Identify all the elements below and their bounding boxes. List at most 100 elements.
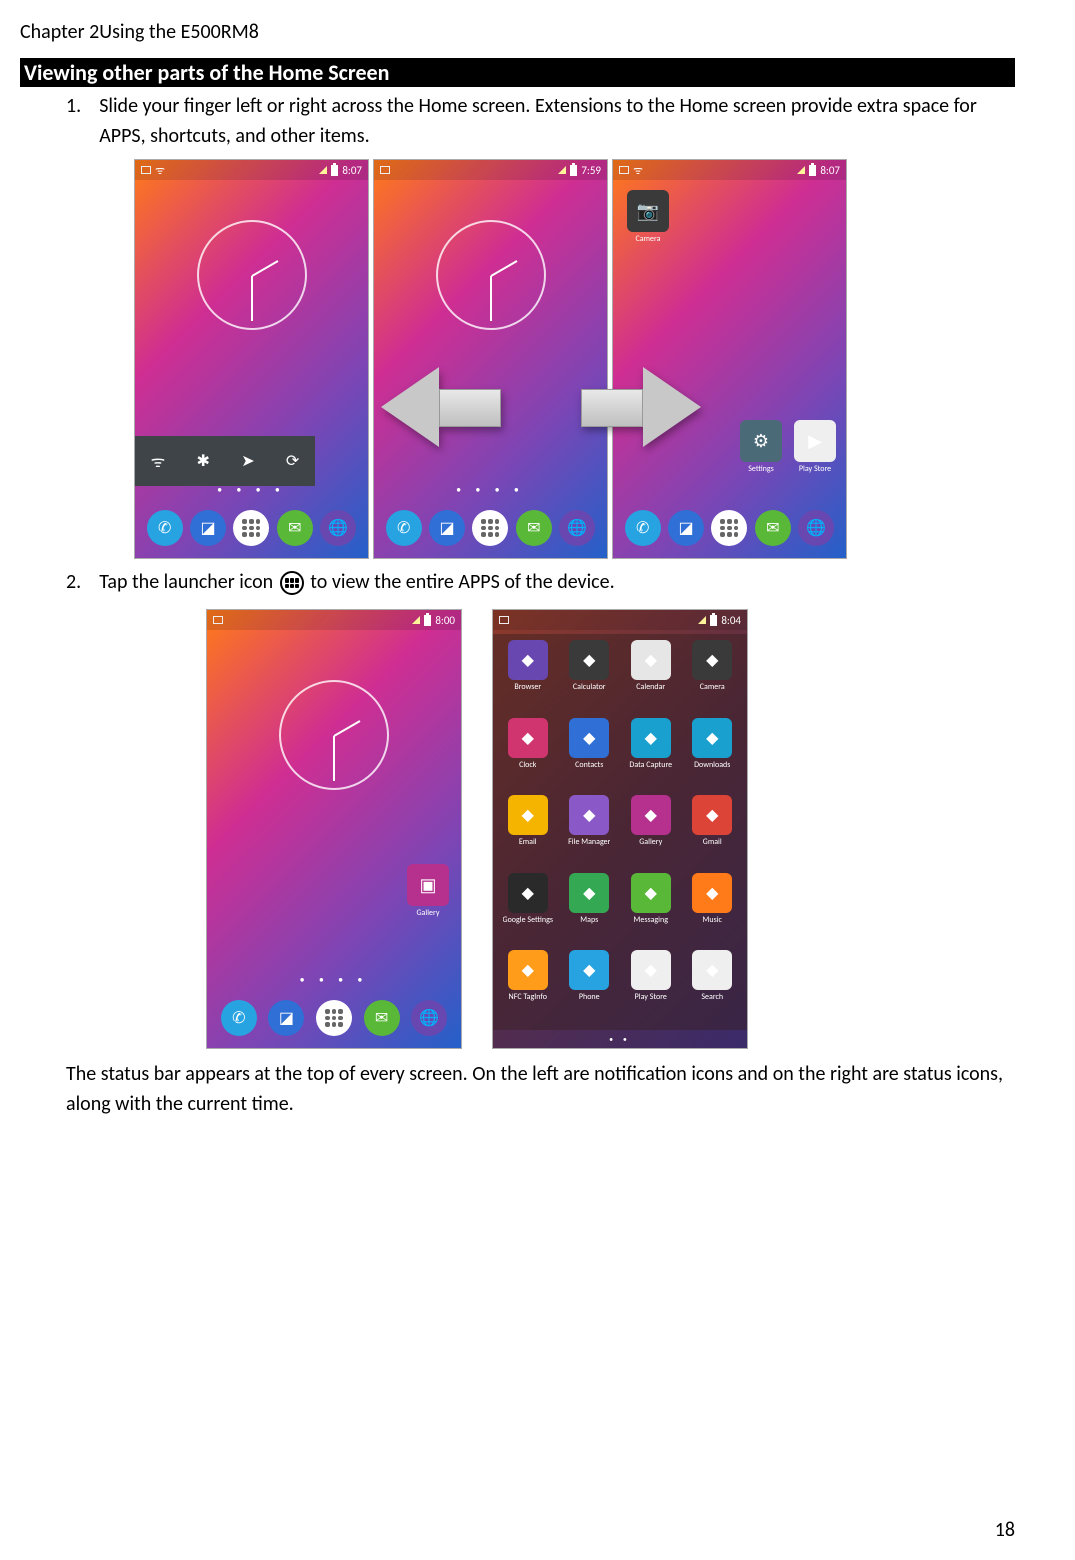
app-playstore[interactable]: ▶ Play Store	[792, 420, 838, 474]
signal-icon	[558, 166, 566, 174]
status-time: 8:04	[721, 614, 741, 627]
dock-contacts-icon[interactable]: ◪	[429, 510, 465, 546]
location-toggle-icon[interactable]: ➤	[241, 451, 254, 471]
battery-icon	[331, 165, 338, 176]
app-camera[interactable]: 📷 Camera	[625, 190, 671, 244]
app-google-settings[interactable]: ◆Google Settings	[499, 873, 557, 947]
dock-phone-icon[interactable]: ✆	[625, 510, 661, 546]
status-bar: 7:59	[374, 160, 607, 180]
home-with-gallery: 8:00 ▣ Gallery • • • • ✆ ◪ ✉ 🌐	[206, 609, 462, 1049]
home-screen-center: 7:59 • • • • ✆ ◪ ✉ 🌐	[373, 159, 608, 559]
steps-list: 1. Slide your finger left or right acros…	[66, 91, 1015, 151]
app-file-manager[interactable]: ◆File Manager	[561, 795, 619, 869]
page-indicator: • • • •	[374, 483, 607, 496]
dock: ✆ ◪ ✉ 🌐	[135, 504, 368, 552]
clock-widget[interactable]	[279, 680, 389, 790]
all-apps-grid[interactable]: ◆Browser◆Calculator◆Calendar◆Camera ◆Cloc…	[493, 634, 747, 1030]
notification-icon	[380, 166, 390, 174]
app-label: Gallery	[639, 837, 662, 847]
app-clock[interactable]: ◆Clock	[499, 718, 557, 792]
app-label: Calendar	[636, 682, 665, 692]
app-label: Messaging	[634, 915, 668, 925]
dock-phone-icon[interactable]: ✆	[147, 510, 183, 546]
dock-contacts-icon[interactable]: ◪	[190, 510, 226, 546]
status-time: 7:59	[581, 164, 601, 177]
dock-messaging-icon[interactable]: ✉	[364, 1000, 400, 1036]
app-label: Google Settings	[503, 915, 553, 925]
app-gallery[interactable]: ◆Gallery	[622, 795, 680, 869]
dock-browser-icon[interactable]: 🌐	[320, 510, 356, 546]
app-calculator[interactable]: ◆Calculator	[561, 640, 619, 714]
app-label: Gmail	[703, 837, 722, 847]
app-label: Browser	[514, 682, 541, 692]
step-1: 1. Slide your finger left or right acros…	[66, 91, 1015, 151]
app-settings[interactable]: ⚙ Settings	[738, 420, 784, 474]
app-phone[interactable]: ◆Phone	[561, 950, 619, 1024]
status-bar: 8:04	[493, 610, 747, 630]
app-music[interactable]: ◆Music	[684, 873, 742, 947]
app-gmail[interactable]: ◆Gmail	[684, 795, 742, 869]
dock-contacts-icon[interactable]: ◪	[668, 510, 704, 546]
battery-icon	[809, 165, 816, 176]
app-label: Gallery	[417, 908, 440, 918]
app-camera[interactable]: ◆Camera	[684, 640, 742, 714]
app-search[interactable]: ◆Search	[684, 950, 742, 1024]
launcher-icon	[280, 571, 304, 595]
app-gallery[interactable]: ▣ Gallery	[405, 864, 451, 918]
page-indicator: • • • •	[207, 973, 461, 986]
dock-phone-icon[interactable]: ✆	[221, 1000, 257, 1036]
chapter-header: Chapter 2Using the E500RM8	[20, 20, 1015, 44]
dock-launcher-icon[interactable]	[472, 510, 508, 546]
content-block: 1. Slide your finger left or right acros…	[20, 91, 1015, 1049]
sync-toggle-icon[interactable]: ⟳	[286, 451, 299, 471]
app-browser[interactable]: ◆Browser	[499, 640, 557, 714]
dock-phone-icon[interactable]: ✆	[386, 510, 422, 546]
dock: ✆ ◪ ✉ 🌐	[613, 504, 846, 552]
step-1-number: 1.	[66, 91, 81, 151]
battery-icon	[710, 615, 717, 626]
dock-browser-icon[interactable]: 🌐	[798, 510, 834, 546]
app-play-store[interactable]: ◆Play Store	[622, 950, 680, 1024]
home-screen-left: ᯤ 8:07 ᯤ ✱ ➤ ⟳ • • • • ✆ ◪ ✉ 🌐	[134, 159, 369, 559]
app-downloads[interactable]: ◆Downloads	[684, 718, 742, 792]
dock-launcher-icon[interactable]	[233, 510, 269, 546]
status-bar: ᯤ 8:07	[613, 160, 846, 180]
notification-icon	[213, 616, 223, 624]
wifi-icon: ᯤ	[155, 163, 165, 178]
quick-settings-tray[interactable]: ᯤ ✱ ➤ ⟳	[135, 436, 315, 486]
dock: ✆ ◪ ✉ 🌐	[207, 994, 461, 1042]
dock-messaging-icon[interactable]: ✉	[277, 510, 313, 546]
dock-launcher-icon[interactable]	[711, 510, 747, 546]
bluetooth-toggle-icon[interactable]: ✱	[197, 451, 210, 471]
app-messaging[interactable]: ◆Messaging	[622, 873, 680, 947]
section-title: Viewing other parts of the Home Screen	[20, 58, 1015, 87]
app-label: Data Capture	[629, 760, 672, 770]
figure-1: ᯤ 8:07 ᯤ ✱ ➤ ⟳ • • • • ✆ ◪ ✉ 🌐	[66, 159, 1015, 559]
app-label: Contacts	[575, 760, 603, 770]
dock-browser-icon[interactable]: 🌐	[559, 510, 595, 546]
app-label: Settings	[748, 464, 774, 474]
dock-messaging-icon[interactable]: ✉	[755, 510, 791, 546]
clock-widget[interactable]	[436, 220, 546, 330]
wifi-toggle-icon[interactable]: ᯤ	[151, 450, 166, 472]
app-email[interactable]: ◆Email	[499, 795, 557, 869]
step-2-number: 2.	[66, 567, 81, 597]
status-time: 8:07	[342, 164, 362, 177]
app-maps[interactable]: ◆Maps	[561, 873, 619, 947]
app-calendar[interactable]: ◆Calendar	[622, 640, 680, 714]
app-label: Phone	[579, 992, 600, 1002]
step-2-text: Tap the launcher icon to view the entire…	[99, 567, 1015, 597]
app-nfc-taginfo[interactable]: ◆NFC TagInfo	[499, 950, 557, 1024]
clock-widget[interactable]	[197, 220, 307, 330]
paragraph-status-bar: The status bar appears at the top of eve…	[66, 1059, 1015, 1119]
app-label: Search	[701, 992, 723, 1002]
dock-messaging-icon[interactable]: ✉	[516, 510, 552, 546]
dock-launcher-icon[interactable]	[316, 1000, 352, 1036]
app-contacts[interactable]: ◆Contacts	[561, 718, 619, 792]
dock-contacts-icon[interactable]: ◪	[268, 1000, 304, 1036]
app-label: Downloads	[694, 760, 730, 770]
app-label: Music	[703, 915, 722, 925]
app-data-capture[interactable]: ◆Data Capture	[622, 718, 680, 792]
home-screen-right: ᯤ 8:07 📷 Camera ⚙ Settings ▶ Play Store …	[612, 159, 847, 559]
dock-browser-icon[interactable]: 🌐	[411, 1000, 447, 1036]
